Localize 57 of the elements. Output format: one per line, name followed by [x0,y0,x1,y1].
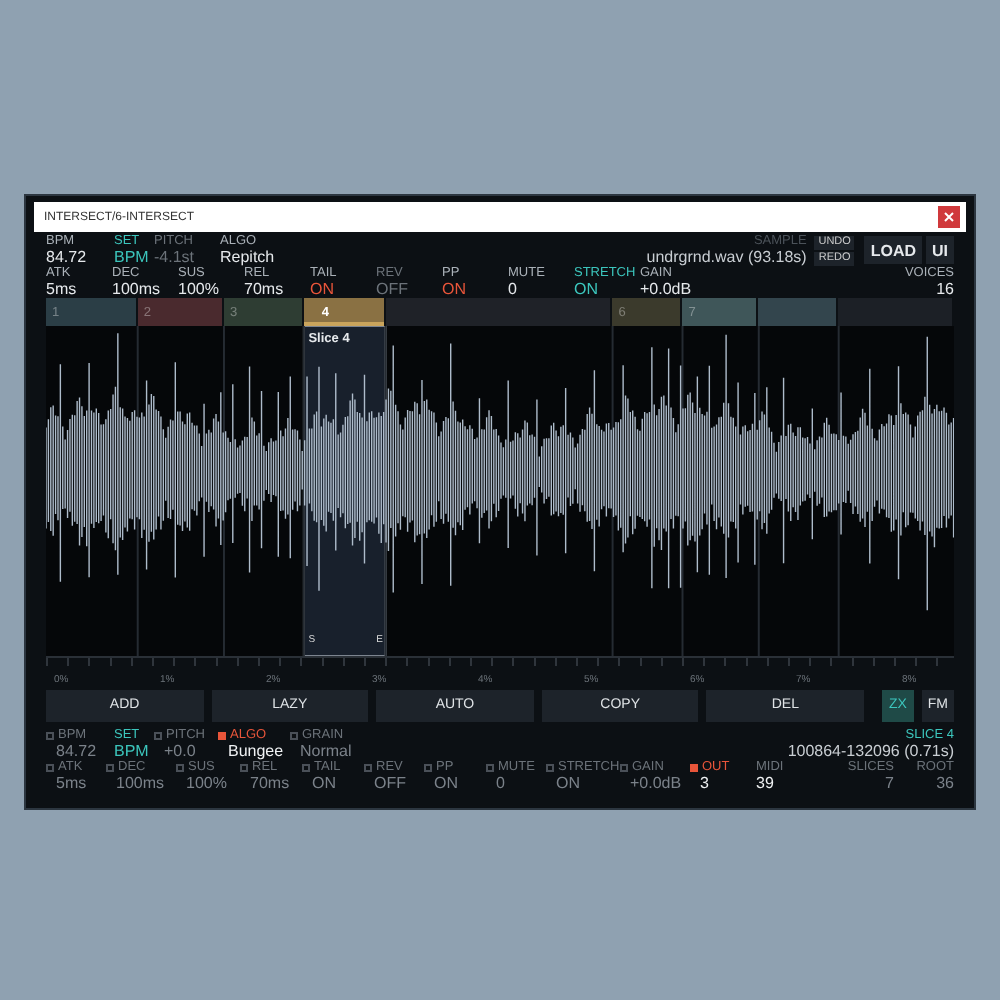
checkbox[interactable] [620,763,628,771]
checkbox[interactable] [46,763,54,771]
param-value[interactable]: OFF [376,280,408,299]
param-value[interactable]: 0 [486,774,505,792]
param-value[interactable]: OFF [364,774,406,792]
param-value[interactable]: ON [424,774,458,792]
param-value[interactable]: +0.0 [154,742,196,760]
checkbox[interactable] [176,763,184,771]
param-value[interactable]: +0.0dB [640,280,692,299]
param-value[interactable]: 36 [936,774,954,792]
param-value[interactable]: 39 [756,774,774,792]
param-value[interactable]: 3 [690,774,709,792]
sample-file: undrgrnd.wav (93.18s) [646,248,807,267]
param-value[interactable]: -4.1st [154,248,195,267]
checkbox[interactable] [546,763,554,771]
param-value[interactable]: Bungee [218,742,284,760]
param-value[interactable]: ON [546,774,580,792]
checkbox[interactable] [424,763,432,771]
close-icon [944,212,954,223]
close-button[interactable] [938,206,960,229]
param-value[interactable]: 5ms [46,280,77,299]
checkbox[interactable] [154,731,162,739]
param-value[interactable]: 5ms [46,774,87,792]
checkbox[interactable] [240,763,248,771]
param-value[interactable]: 16 [936,280,954,299]
param-value[interactable]: 100% [178,280,219,299]
checkbox[interactable] [690,763,698,771]
param-value[interactable]: Normal [290,742,352,760]
toolbar-button[interactable]: UI [926,236,954,265]
param-value[interactable]: 70ms [244,280,284,299]
param-value[interactable]: 100ms [112,280,161,299]
param-value[interactable]: ON [442,280,466,299]
param-value[interactable]: ON [574,280,598,299]
slice-tab[interactable] [758,298,837,327]
param-value[interactable]: 7 [885,774,894,792]
checkbox[interactable] [302,763,310,771]
param-value[interactable]: BPM [114,248,149,267]
param-value[interactable]: 84.72 [46,742,97,760]
checkbox[interactable] [290,731,298,739]
checkbox[interactable] [46,731,54,739]
param-value[interactable]: 100ms [106,774,165,792]
param-value[interactable]: ON [302,774,336,792]
param-value[interactable]: +0.0dB [620,774,682,792]
param-value[interactable]: BPM [114,742,149,760]
param-value[interactable]: ON [310,280,334,299]
param-value[interactable]: 70ms [240,774,290,792]
checkbox[interactable] [364,763,372,771]
checkbox[interactable] [106,763,114,771]
param-value[interactable]: 100% [176,774,227,792]
slice-range: 100864-132096 (0.71s) [787,742,954,760]
checkbox[interactable] [218,731,226,739]
param-value[interactable]: Repitch [220,248,275,267]
param-value[interactable]: 0 [508,280,517,299]
toolbar-button[interactable]: LOAD [864,236,922,265]
checkbox[interactable] [486,763,494,771]
slice-tab[interactable] [385,298,611,327]
param-value[interactable]: 84.72 [46,248,87,267]
